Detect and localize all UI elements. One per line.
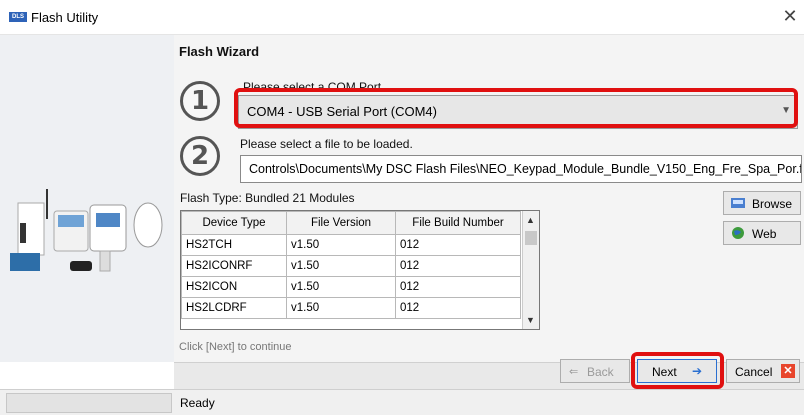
back-arrow-icon: ⇐ [569, 366, 579, 378]
table-row[interactable]: HS2TCH v1.50 012 [181, 234, 521, 256]
table-scrollbar[interactable]: ▲ ▼ [522, 211, 539, 329]
globe-icon [732, 227, 744, 239]
col-file-build-number[interactable]: File Build Number [395, 211, 521, 235]
continue-hint: Click [Next] to continue [179, 341, 292, 353]
status-text: Ready [180, 396, 215, 410]
wizard-title: Flash Wizard [179, 44, 260, 59]
status-bar: Ready [0, 389, 804, 415]
cancel-x-icon: ✕ [781, 364, 795, 378]
window-title: Flash Utility [31, 10, 99, 25]
highlight-next [631, 352, 724, 389]
cell-file-version: v1.50 [286, 234, 396, 256]
table-row[interactable]: HS2LCDRF v1.50 012 [181, 297, 521, 319]
browse-label: Browse [752, 197, 793, 211]
file-path-field[interactable]: Controls\Documents\My DSC Flash Files\NE… [240, 155, 802, 183]
browse-icon [731, 198, 745, 208]
scroll-up-icon[interactable]: ▲ [526, 215, 535, 225]
status-progress-panel [6, 393, 172, 413]
back-label: Back [587, 365, 614, 379]
browse-button[interactable]: Browse [723, 191, 801, 215]
cell-file-version: v1.50 [286, 276, 396, 298]
cell-file-version: v1.50 [286, 297, 396, 319]
table-header-row: Device Type File Version File Build Numb… [181, 211, 521, 235]
close-icon[interactable]: ✕ [780, 6, 800, 26]
app-logo-icon: DLS [9, 12, 27, 22]
highlight-com-port [234, 88, 798, 128]
cancel-label: Cancel [735, 365, 773, 379]
cell-build-number: 012 [395, 255, 521, 277]
step-2-icon: 2 [180, 136, 220, 176]
step-1-icon: 1 [180, 81, 220, 121]
cell-build-number: 012 [395, 234, 521, 256]
title-bar: DLS Flash Utility ✕ [0, 0, 804, 35]
cancel-button[interactable]: Cancel ✕ [726, 359, 800, 383]
scroll-down-icon[interactable]: ▼ [526, 315, 535, 325]
col-file-version[interactable]: File Version [286, 211, 396, 235]
cell-build-number: 012 [395, 276, 521, 298]
file-select-label: Please select a file to be loaded. [240, 137, 413, 151]
cell-build-number: 012 [395, 297, 521, 319]
col-device-type[interactable]: Device Type [181, 211, 287, 235]
file-path-value: Controls\Documents\My DSC Flash Files\NE… [249, 162, 802, 176]
back-button[interactable]: ⇐ Back [560, 359, 630, 383]
web-button[interactable]: Web [723, 221, 801, 245]
web-label: Web [752, 227, 777, 241]
cell-device-type: HS2ICONRF [181, 255, 287, 277]
cell-device-type: HS2ICON [181, 276, 287, 298]
table-row[interactable]: HS2ICONRF v1.50 012 [181, 255, 521, 277]
flash-type-label: Flash Type: Bundled 21 Modules [180, 191, 355, 205]
left-image-panel [0, 35, 174, 362]
cell-file-version: v1.50 [286, 255, 396, 277]
table-row[interactable]: HS2ICON v1.50 012 [181, 276, 521, 298]
security-devices-illustration [10, 189, 163, 272]
modules-table[interactable]: Device Type File Version File Build Numb… [180, 210, 540, 330]
scroll-thumb[interactable] [525, 231, 537, 245]
cell-device-type: HS2TCH [181, 234, 287, 256]
cell-device-type: HS2LCDRF [181, 297, 287, 319]
